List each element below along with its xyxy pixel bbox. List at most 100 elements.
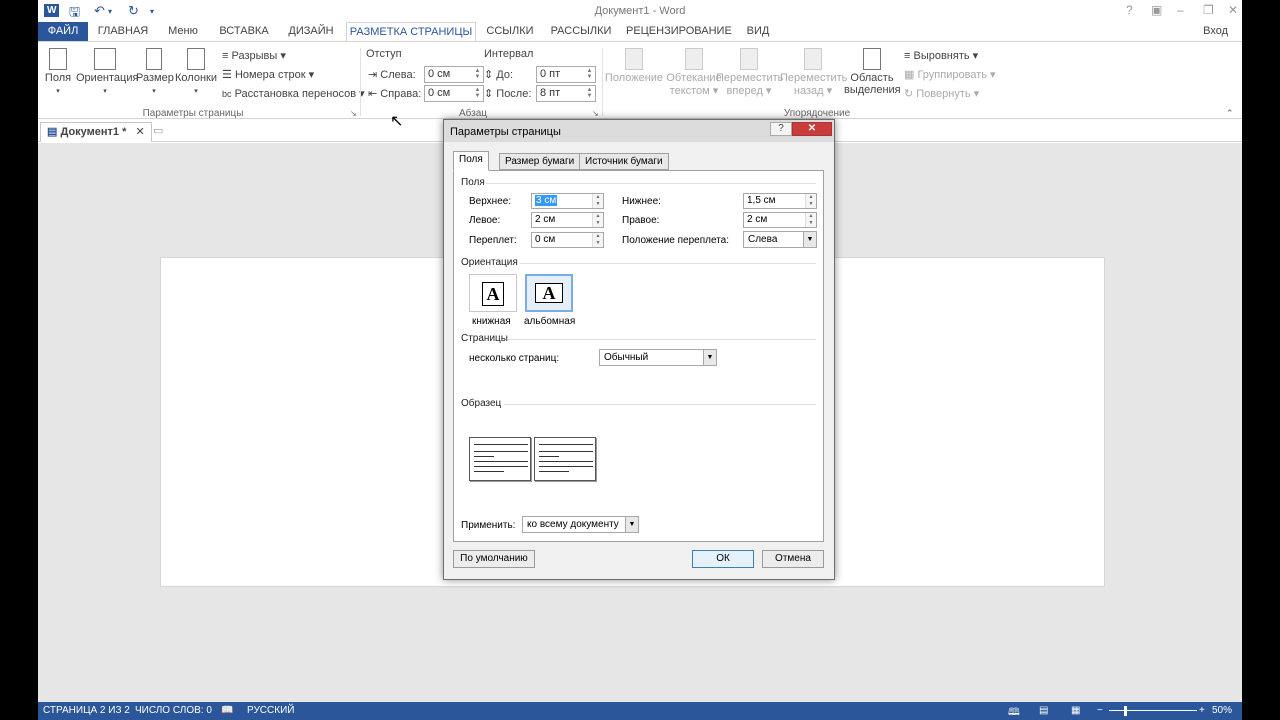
spacing-after-icon: ⇕ — [484, 88, 494, 100]
multiple-pages-select[interactable]: Обычный ▼ — [599, 349, 717, 366]
ribbon-separator — [602, 48, 603, 116]
orientation-button[interactable]: Ориентация ▾ — [76, 48, 138, 96]
selection-pane-button[interactable]: Область выделения — [844, 48, 901, 96]
page-setup-launcher-icon[interactable]: ↘ — [350, 109, 357, 118]
cancel-button[interactable]: Отмена — [762, 550, 824, 568]
hyphenation-button[interactable]: bc Расстановка переносов ▾ — [222, 87, 365, 100]
right-margin-input[interactable]: 2 см ▲ ▼ — [743, 212, 817, 228]
paragraph-launcher-icon[interactable]: ↘ — [592, 109, 599, 118]
dialog-title-bar[interactable]: Параметры страницы ? ✕ — [444, 120, 834, 142]
group-button[interactable]: ▦ Группировать ▾ — [904, 68, 996, 81]
line-numbers-button[interactable]: ☰ Номера строк ▾ — [222, 68, 314, 81]
rotate-button[interactable]: ↻ Повернуть ▾ — [904, 87, 979, 100]
landscape-label[interactable]: альбомная — [524, 316, 575, 327]
ok-button[interactable]: ОК — [692, 550, 754, 568]
size-button[interactable]: Размер ▾ — [136, 48, 174, 96]
indent-left-input[interactable]: 0 см ▲ ▼ — [424, 66, 484, 83]
restore-icon[interactable]: ❐ — [1203, 3, 1214, 17]
tab-paper-source[interactable]: Источник бумаги — [579, 153, 669, 170]
zoom-slider[interactable] — [1109, 710, 1197, 711]
tab-home[interactable]: ГЛАВНАЯ — [94, 22, 152, 42]
ribbon: Поля ▾ Ориентация ▾ Размер ▾ Колонки ▾ ≡ Раз… — [38, 41, 1242, 119]
dialog-close-icon[interactable]: ✕ — [792, 122, 832, 136]
tab-margins[interactable]: Поля — [453, 151, 489, 171]
landscape-option[interactable]: A — [525, 274, 573, 312]
bottom-margin-label: Нижнее: — [622, 196, 661, 207]
tab-design[interactable]: ДИЗАЙН — [284, 22, 338, 42]
section-divider — [486, 183, 816, 184]
tab-review[interactable]: РЕЦЕНЗИРОВАНИЕ — [626, 22, 732, 42]
position-button[interactable]: Положение — [604, 48, 664, 84]
preview-page-right — [534, 437, 596, 481]
close-icon[interactable]: ✕ — [1228, 3, 1238, 17]
document-tab[interactable]: ▤ Документ1 * ✕ — [40, 122, 152, 142]
proofing-icon[interactable]: 📖 — [221, 705, 233, 716]
read-mode-icon[interactable]: 🕮 — [1008, 705, 1020, 720]
zoom-slider-thumb[interactable] — [1124, 706, 1127, 716]
tab-file[interactable]: ФАЙЛ — [38, 22, 88, 42]
zoom-level[interactable]: 50% — [1212, 705, 1232, 716]
tab-mailings[interactable]: РАССЫЛКИ — [548, 22, 614, 42]
multiple-pages-label: несколько страниц: — [469, 353, 560, 364]
mouse-cursor-icon: ↖ — [390, 113, 404, 130]
language-indicator[interactable]: РУССКИЙ — [247, 705, 294, 716]
tab-view[interactable]: ВИД — [742, 22, 774, 42]
margins-icon — [49, 48, 67, 70]
chevron-down-icon: ▼ — [803, 232, 816, 247]
send-backward-button[interactable]: Переместить назад ▾ — [780, 48, 847, 97]
indent-right-input[interactable]: 0 см ▲ ▼ — [424, 85, 484, 102]
close-document-icon[interactable]: ✕ — [135, 126, 144, 138]
paragraph-group-label: Абзац — [458, 108, 488, 119]
wrap-text-icon — [685, 48, 703, 70]
tab-insert[interactable]: ВСТАВКА — [216, 22, 272, 42]
spacing-title: Интервал — [484, 48, 534, 60]
print-layout-icon[interactable]: ▤ — [1039, 705, 1048, 716]
page-count[interactable]: СТРАНИЦА 2 ИЗ 2 — [43, 705, 130, 716]
section-divider — [520, 263, 816, 264]
bring-forward-button[interactable]: Переместить вперед ▾ — [716, 48, 783, 97]
chevron-down-icon: ▼ — [625, 517, 638, 532]
tab-page-layout[interactable]: РАЗМЕТКА СТРАНИЦЫ — [346, 22, 476, 42]
gutter-position-select[interactable]: Слева ▼ — [743, 231, 817, 248]
spacing-before-input[interactable]: 0 пт ▲ ▼ — [536, 66, 596, 83]
indent-left-icon: ⇥ — [368, 69, 378, 81]
help-icon[interactable]: ? — [1126, 3, 1133, 17]
columns-button[interactable]: Колонки ▾ — [174, 48, 218, 96]
apply-to-select[interactable]: ко всему документу ▼ — [522, 516, 639, 533]
left-margin-input[interactable]: 2 см ▲ ▼ — [531, 212, 604, 228]
ribbon-display-options-icon[interactable]: ▣ — [1151, 3, 1162, 17]
bottom-margin-input[interactable]: 1,5 см ▲ ▼ — [743, 193, 817, 209]
portrait-option[interactable]: A — [469, 274, 517, 312]
web-layout-icon[interactable]: ▦ — [1071, 705, 1080, 716]
top-margin-input[interactable]: 3 см ▲ ▼ — [531, 193, 604, 209]
gutter-position-label: Положение переплета: — [622, 235, 730, 246]
preview-page-left — [469, 437, 531, 481]
align-button[interactable]: ≡ Выровнять ▾ — [904, 49, 978, 62]
selection-pane-icon — [863, 48, 881, 70]
portrait-label[interactable]: книжная — [472, 316, 511, 327]
spacing-after-input[interactable]: 8 пт ▲ ▼ — [536, 85, 596, 102]
set-default-button[interactable]: По умолчанию — [453, 550, 535, 568]
gutter-input[interactable]: 0 см ▲ ▼ — [531, 232, 604, 248]
word-count[interactable]: ЧИСЛО СЛОВ: 0 — [135, 705, 212, 716]
tab-references[interactable]: ССЫЛКИ — [484, 22, 536, 42]
columns-icon — [187, 48, 205, 70]
zoom-out-icon[interactable]: − — [1097, 705, 1103, 716]
collapse-ribbon-icon[interactable]: ⌃ — [1226, 108, 1234, 119]
minimize-icon[interactable]: – — [1177, 3, 1184, 17]
margins-button[interactable]: Поля ▾ — [42, 48, 74, 96]
dialog-help-icon[interactable]: ? — [770, 122, 792, 136]
ribbon-tabs: ФАЙЛ ГЛАВНАЯ Меню ВСТАВКА ДИЗАЙН РАЗМЕТК… — [38, 22, 1242, 42]
sign-in-link[interactable]: Вход — [1203, 25, 1228, 37]
orientation-section-title: Ориентация — [461, 257, 518, 268]
indent-right-label: ⇤ Справа: — [368, 88, 422, 100]
arrange-group-label: Упорядочение — [783, 108, 851, 119]
tab-paper-size[interactable]: Размер бумаги — [499, 153, 581, 170]
breaks-button[interactable]: ≡ Разрывы ▾ — [222, 49, 286, 62]
orientation-icon — [94, 48, 116, 70]
tab-menu[interactable]: Меню — [164, 22, 202, 42]
wrap-text-button[interactable]: Обтекание текстом ▾ — [664, 48, 724, 97]
indent-right-icon: ⇤ — [368, 88, 378, 100]
new-document-tab-icon[interactable]: ▭ — [153, 124, 163, 137]
zoom-in-icon[interactable]: + — [1199, 705, 1205, 716]
